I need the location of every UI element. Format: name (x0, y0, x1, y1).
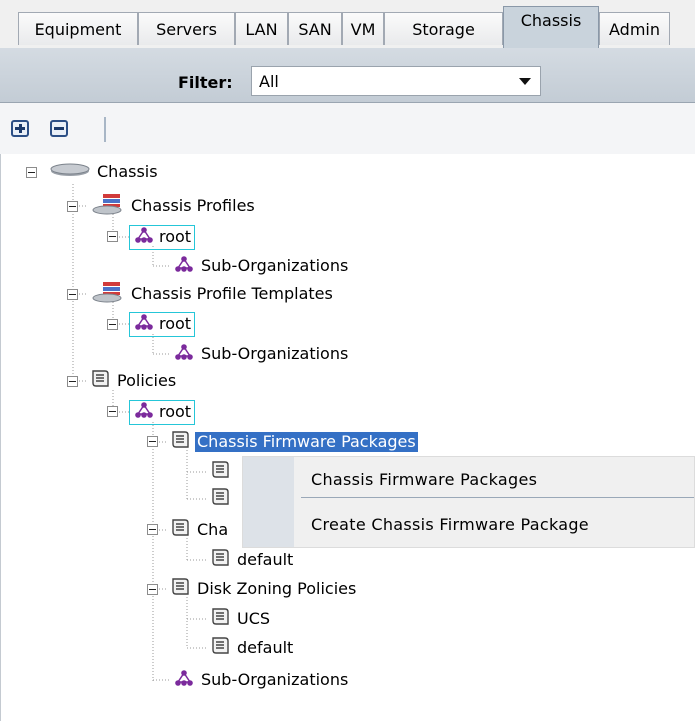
expander-policies[interactable] (67, 376, 78, 387)
tree-node-disk-zoning[interactable]: Disk Zoning Policies (169, 577, 358, 601)
tree-node-disk-default[interactable]: default (209, 636, 295, 660)
tab-servers[interactable]: Servers (138, 12, 235, 45)
expander-profiles-root[interactable] (107, 231, 118, 242)
tree-node-profiles-root[interactable]: root (129, 224, 196, 250)
tree-toolbar (0, 103, 695, 155)
tree-label-firmware-packages: Chassis Firmware Packages (195, 432, 418, 452)
expander-firmware-packages[interactable] (147, 436, 158, 447)
tree-node-firmware-child-1[interactable] (209, 460, 235, 484)
policy-scroll-icon (169, 577, 191, 601)
expander-chassis-profiles[interactable] (67, 201, 78, 212)
tree-node-profiles-suborgs[interactable]: Sub-Organizations (173, 254, 350, 278)
tree-label-policies-suborgs: Sub-Organizations (201, 670, 349, 689)
tree-label-chassis-profiles: Chassis Profiles (131, 196, 255, 215)
tab-san[interactable]: SAN (288, 12, 342, 45)
tree-label-disk-default: default (237, 638, 294, 657)
organization-icon (173, 255, 195, 277)
expander-cha[interactable] (147, 524, 158, 535)
tree-label-cha: Cha (197, 520, 229, 539)
filter-bar: Filter: All (0, 48, 695, 103)
nav-tab-strip: Equipment Servers LAN SAN VM Storage Cha… (0, 0, 695, 49)
expander-chassis[interactable] (26, 167, 37, 178)
policy-scroll-icon (209, 607, 231, 631)
context-menu-item-create-firmware-package[interactable]: Create Chassis Firmware Package (311, 515, 589, 534)
tree-label-policies: Policies (117, 371, 177, 390)
tab-lan[interactable]: LAN (235, 12, 288, 45)
tree-label-chassis: Chassis (97, 162, 158, 181)
organization-icon (173, 343, 195, 365)
chassis-profile-icon (89, 193, 125, 219)
tree-node-policies-root[interactable]: root (129, 399, 196, 425)
context-menu-icon-gutter (243, 457, 294, 547)
policy-scroll-icon (89, 369, 111, 393)
toolbar-divider (104, 117, 106, 142)
tree-label-disk-zoning: Disk Zoning Policies (197, 579, 357, 598)
context-menu: Chassis Firmware Packages Create Chassis… (242, 456, 695, 548)
filter-dropdown[interactable]: All (251, 66, 541, 96)
tab-storage[interactable]: Storage (384, 12, 503, 45)
tree-label-profiles-root: root (129, 224, 196, 250)
tab-admin[interactable]: Admin (599, 12, 670, 45)
tree-label-templates-suborgs: Sub-Organizations (201, 344, 349, 363)
tree-node-templates-root[interactable]: root (129, 311, 196, 337)
policy-scroll-icon (169, 518, 191, 542)
tab-equipment[interactable]: Equipment (18, 12, 138, 45)
expander-policies-root[interactable] (107, 406, 118, 417)
tree-label-disk-ucs: UCS (237, 609, 271, 628)
tree-node-policies-suborgs[interactable]: Sub-Organizations (173, 668, 350, 692)
expander-disk-zoning[interactable] (147, 584, 158, 595)
tree-node-cha[interactable]: Cha (169, 518, 230, 542)
tree-node-policies[interactable]: Policies (89, 369, 178, 393)
tree-node-chassis[interactable]: Chassis (49, 160, 160, 184)
chevron-down-icon (519, 78, 531, 85)
context-menu-separator (301, 497, 694, 498)
filter-value: All (259, 72, 279, 91)
policy-scroll-icon (169, 430, 191, 454)
tree-node-templates-suborgs[interactable]: Sub-Organizations (173, 342, 350, 366)
organization-icon (133, 226, 155, 249)
tree-node-firmware-packages[interactable]: Chassis Firmware Packages (169, 430, 418, 454)
tree-node-firmware-child-2[interactable] (209, 487, 235, 511)
chassis-icon (49, 162, 91, 182)
tree-node-disk-ucs[interactable]: UCS (209, 607, 272, 631)
expand-all-button[interactable] (11, 120, 29, 137)
policy-scroll-icon (209, 460, 231, 484)
tree-node-chassis-profiles[interactable]: Chassis Profiles (89, 194, 257, 218)
tab-vm[interactable]: VM (342, 12, 384, 45)
policy-scroll-icon (209, 548, 231, 572)
organization-icon (133, 313, 155, 336)
chassis-profile-template-icon (89, 281, 125, 307)
tree-node-cha-default[interactable]: default (209, 548, 295, 572)
policy-scroll-icon (209, 487, 231, 511)
tab-chassis[interactable]: Chassis (503, 6, 599, 48)
filter-label: Filter: (178, 73, 233, 92)
tree-node-profile-templates[interactable]: Chassis Profile Templates (89, 282, 335, 306)
tree-label-cha-default: default (237, 550, 294, 569)
collapse-all-button[interactable] (50, 120, 68, 137)
tree-label-profiles-suborgs: Sub-Organizations (201, 256, 349, 275)
expander-templates-root[interactable] (107, 319, 118, 330)
tree-label-policies-root: root (129, 399, 196, 425)
organization-icon (133, 401, 155, 424)
context-menu-item-firmware-packages[interactable]: Chassis Firmware Packages (311, 470, 537, 489)
tree-label-profile-templates: Chassis Profile Templates (131, 284, 333, 303)
navigation-tree: Chassis Chassis Profiles root Sub-Organi… (0, 154, 695, 721)
tree-label-templates-root: root (129, 311, 196, 337)
policy-scroll-icon (209, 636, 231, 660)
expander-profile-templates[interactable] (67, 289, 78, 300)
organization-icon (173, 669, 195, 691)
